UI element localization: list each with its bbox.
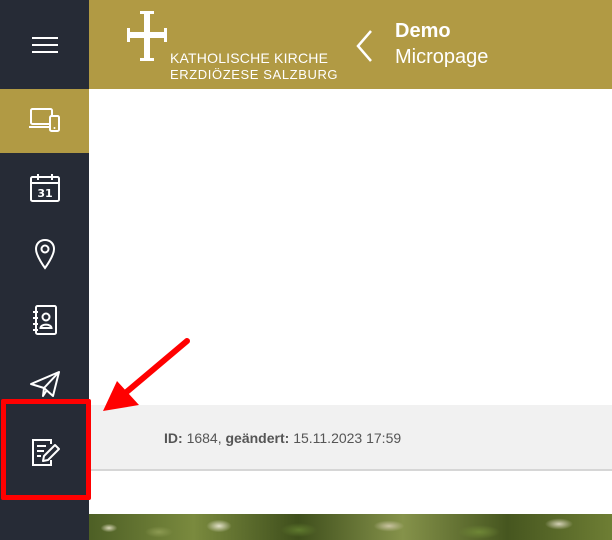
- annotation-arrow-icon: [103, 338, 190, 411]
- logo-text-line2: ERZDIÖZESE SALZBURG: [170, 67, 339, 82]
- changed-value: 15.11.2023 17:59: [293, 430, 402, 446]
- page-subtitle: Micropage: [395, 46, 489, 68]
- sidebar-item-calendar[interactable]: 31: [0, 156, 89, 220]
- chevron-left-icon: [356, 30, 372, 62]
- paper-plane-icon: [29, 371, 60, 397]
- logo[interactable]: KATHOLISCHE KIRCHE ERZDIÖZESE SALZBURG: [127, 11, 338, 82]
- id-label: ID:: [164, 430, 183, 446]
- sidebar-item-devices[interactable]: [0, 89, 89, 153]
- header-image: [89, 514, 612, 540]
- menu-icon: [31, 37, 58, 53]
- header: KATHOLISCHE KIRCHE ERZDIÖZESE SALZBURG D…: [89, 0, 612, 89]
- devices-icon: [28, 108, 60, 132]
- menu-button[interactable]: [0, 13, 89, 77]
- location-pin-icon: [34, 238, 55, 270]
- contacts-icon: [32, 305, 57, 335]
- svg-text:31: 31: [37, 187, 52, 200]
- calendar-icon: 31: [29, 174, 60, 202]
- cross-logo-icon: [127, 11, 167, 61]
- page-title: Demo: [395, 20, 451, 42]
- id-value: 1684: [186, 430, 218, 446]
- back-button[interactable]: [353, 28, 377, 64]
- meta-info: ID: 1684, geändert: 15.11.2023 17:59: [164, 430, 402, 446]
- annotation-highlight-box: [1, 399, 91, 500]
- sidebar-item-contacts[interactable]: [0, 288, 89, 352]
- changed-label: geändert:: [225, 430, 290, 446]
- sidebar-item-locations[interactable]: [0, 222, 89, 286]
- logo-text-line1: KATHOLISCHE KIRCHE: [170, 50, 329, 66]
